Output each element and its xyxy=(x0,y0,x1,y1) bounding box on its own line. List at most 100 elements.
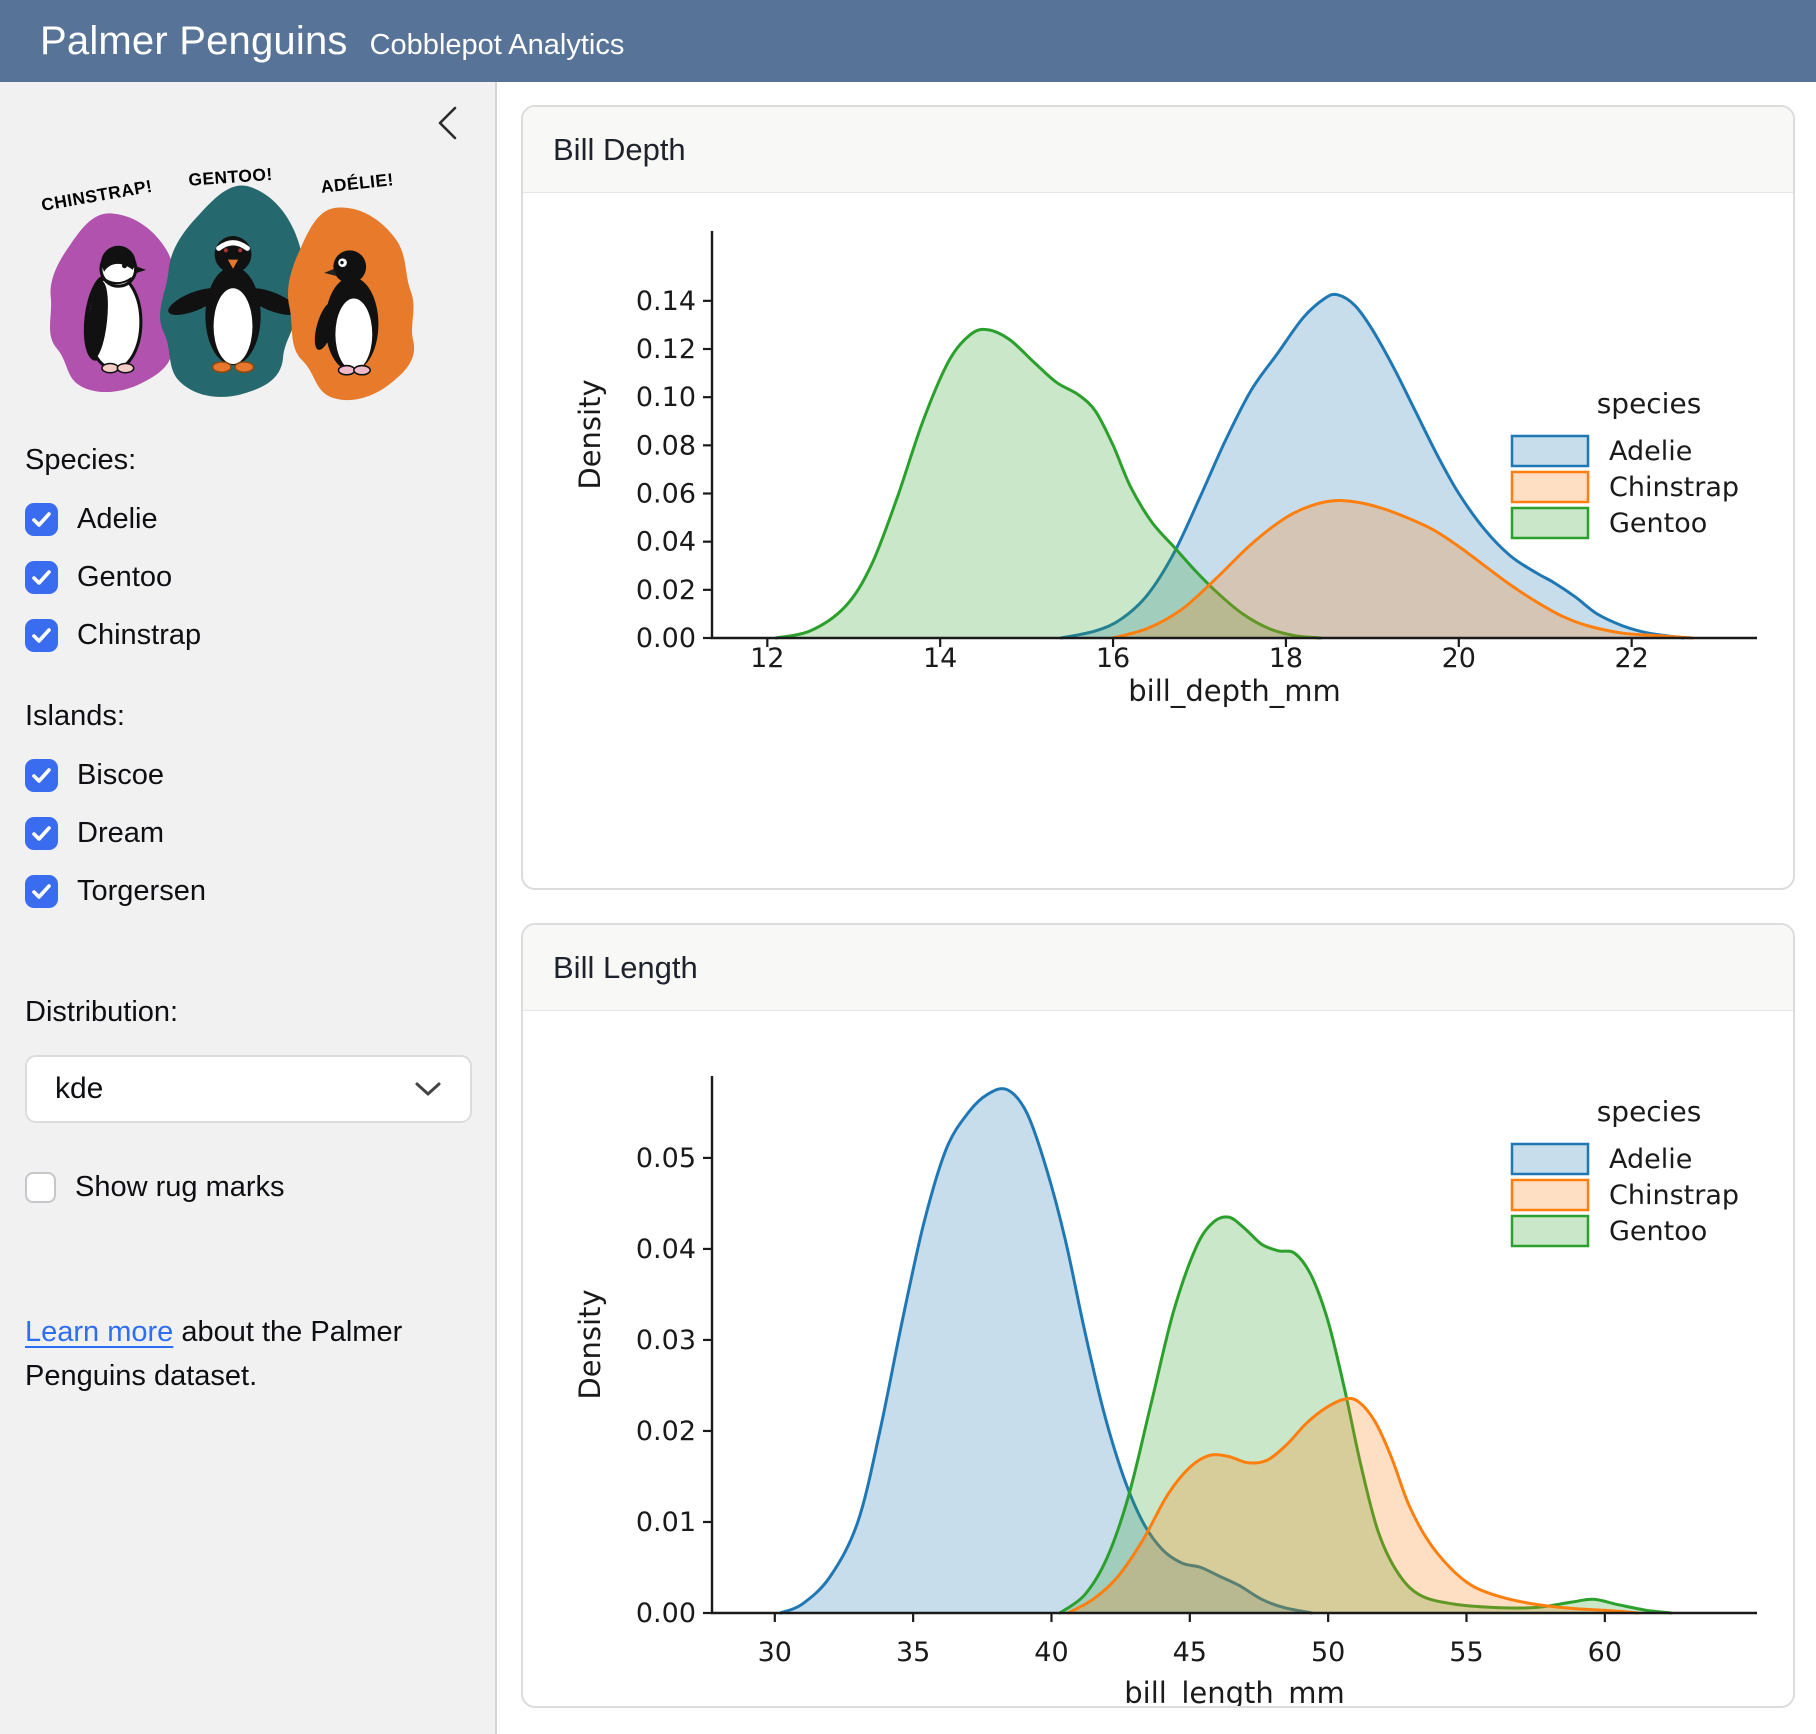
rug-checkbox-label: Show rug marks xyxy=(75,1171,285,1204)
legend-label-gentoo: Gentoo xyxy=(1609,508,1707,539)
checkbox-row-biscoe: Biscoe xyxy=(25,759,470,792)
svg-text:45: 45 xyxy=(1173,1637,1207,1668)
legend-label-gentoo: Gentoo xyxy=(1609,1216,1707,1247)
bill-depth-chart: 1214161820220.000.020.040.060.080.100.12… xyxy=(523,193,1793,890)
bill-length-card: Bill Length 303540455055600.000.010.020.… xyxy=(521,923,1795,1708)
biscoe-checkbox-label: Biscoe xyxy=(77,759,164,792)
svg-text:0.04: 0.04 xyxy=(636,1234,696,1265)
bill-depth-card-title: Bill Depth xyxy=(553,132,686,168)
show-rug-marks-checkbox[interactable] xyxy=(25,1172,56,1203)
svg-text:20: 20 xyxy=(1442,643,1476,674)
islands-checkbox-group: Biscoe Dream Torgersen xyxy=(25,759,470,908)
bill-depth-card: Bill Depth 1214161820220.000.020.040.060… xyxy=(521,105,1795,890)
distribution-select-value: kde xyxy=(55,1072,103,1106)
legend: species Adelie Chinstrap Gentoo xyxy=(1512,1095,1739,1247)
svg-text:0.00: 0.00 xyxy=(636,623,696,654)
checkbox-row-chinstrap: Chinstrap xyxy=(25,619,470,652)
adelie-artwork-label: ADÉLIE! xyxy=(320,169,395,197)
legend-patch-adelie xyxy=(1512,1144,1588,1174)
chinstrap-splash xyxy=(50,213,177,392)
legend-label-chinstrap: Chinstrap xyxy=(1609,1180,1739,1211)
svg-text:40: 40 xyxy=(1034,1637,1068,1668)
gentoo-checkbox-label: Gentoo xyxy=(77,561,172,594)
legend-title: species xyxy=(1597,1095,1702,1128)
chinstrap-checkbox-label: Chinstrap xyxy=(77,619,201,652)
chevron-down-icon xyxy=(414,1081,442,1097)
y-axis: 0.000.020.040.060.080.100.120.14 xyxy=(636,286,712,654)
legend-title: species xyxy=(1597,387,1702,420)
sidebar: CHINSTRAP! GENTOO! ADÉLIE! Species: Adel… xyxy=(0,82,497,1734)
dream-checkbox[interactable] xyxy=(25,817,58,850)
svg-text:22: 22 xyxy=(1614,643,1648,674)
adelie-checkbox[interactable] xyxy=(25,503,58,536)
torgersen-checkbox[interactable] xyxy=(25,875,58,908)
x-axis-label: bill_depth_mm xyxy=(1128,674,1341,708)
svg-text:0.00: 0.00 xyxy=(636,1598,696,1629)
gentoo-artwork-label: GENTOO! xyxy=(188,164,274,190)
y-axis-label: Density xyxy=(573,1289,607,1399)
check-icon xyxy=(31,627,52,644)
app-title: Palmer Penguins xyxy=(40,0,348,82)
species-checkbox-group: Adelie Gentoo Chinstrap xyxy=(25,503,470,652)
distribution-select[interactable]: kde xyxy=(25,1055,472,1123)
main-content: Bill Depth 12 14 16 18 20 22 0.00 0.02 0.04 0.06 0… xyxy=(497,82,1816,1734)
torgersen-checkbox-label: Torgersen xyxy=(77,875,206,908)
svg-text:0.05: 0.05 xyxy=(636,1143,696,1174)
svg-text:12: 12 xyxy=(750,643,784,674)
svg-text:60: 60 xyxy=(1588,1637,1622,1668)
svg-text:0.02: 0.02 xyxy=(636,1416,696,1447)
svg-text:30: 30 xyxy=(758,1637,792,1668)
svg-text:18: 18 xyxy=(1269,643,1303,674)
x-axis-label: bill_length_mm xyxy=(1124,1676,1345,1708)
legend-label-adelie: Adelie xyxy=(1609,436,1692,467)
svg-text:0.01: 0.01 xyxy=(636,1507,696,1538)
check-icon xyxy=(31,569,52,586)
svg-text:0.10: 0.10 xyxy=(636,382,696,413)
svg-text:0.12: 0.12 xyxy=(636,334,696,365)
islands-group-label: Islands: xyxy=(25,700,470,733)
svg-text:16: 16 xyxy=(1096,643,1130,674)
biscoe-checkbox[interactable] xyxy=(25,759,58,792)
chinstrap-checkbox[interactable] xyxy=(25,619,58,652)
legend: species Adelie Chinstrap Gentoo xyxy=(1512,387,1739,539)
y-axis-label: Density xyxy=(573,379,607,489)
species-group-label: Species: xyxy=(25,444,470,477)
check-icon xyxy=(31,511,52,528)
svg-text:0.03: 0.03 xyxy=(636,1325,696,1356)
check-icon xyxy=(31,883,52,900)
checkbox-row-torgersen: Torgersen xyxy=(25,875,470,908)
bill-depth-card-header: Bill Depth xyxy=(523,107,1793,193)
check-icon xyxy=(31,767,52,784)
legend-patch-chinstrap xyxy=(1512,1180,1588,1210)
svg-text:0.14: 0.14 xyxy=(636,286,696,317)
distribution-label: Distribution: xyxy=(25,996,470,1029)
legend-patch-adelie xyxy=(1512,436,1588,466)
bill-length-card-header: Bill Length xyxy=(523,925,1793,1011)
gentoo-checkbox[interactable] xyxy=(25,561,58,594)
svg-text:0.02: 0.02 xyxy=(636,575,696,606)
svg-text:14: 14 xyxy=(923,643,957,674)
svg-text:35: 35 xyxy=(896,1637,930,1668)
penguins-artwork-image: CHINSTRAP! GENTOO! ADÉLIE! xyxy=(31,148,433,406)
legend-label-adelie: Adelie xyxy=(1609,1144,1692,1175)
legend-patch-gentoo xyxy=(1512,1216,1588,1246)
legend-label-chinstrap: Chinstrap xyxy=(1609,472,1739,503)
check-icon xyxy=(31,825,52,842)
bill-length-card-title: Bill Length xyxy=(553,950,698,986)
checkbox-row-adelie: Adelie xyxy=(25,503,470,536)
svg-text:0.08: 0.08 xyxy=(636,430,696,461)
svg-text:0.06: 0.06 xyxy=(636,479,696,510)
learn-more-link[interactable]: Learn more xyxy=(25,1316,173,1348)
svg-text:50: 50 xyxy=(1311,1637,1345,1668)
bill-length-card-body: 303540455055600.000.010.020.030.040.05bi… xyxy=(523,1011,1793,1708)
legend-patch-gentoo xyxy=(1512,508,1588,538)
dream-checkbox-label: Dream xyxy=(77,817,164,850)
checkbox-row-dream: Dream xyxy=(25,817,470,850)
adelie-checkbox-label: Adelie xyxy=(77,503,158,536)
bill-depth-card-body: 1214161820220.000.020.040.060.080.100.12… xyxy=(523,193,1793,890)
chevron-left-icon xyxy=(435,104,461,142)
sidebar-collapse-button[interactable] xyxy=(433,104,463,144)
app-subtitle: Cobblepot Analytics xyxy=(370,29,625,62)
x-axis: 12 14 16 18 20 22 xyxy=(750,638,1649,674)
checkbox-row-gentoo: Gentoo xyxy=(25,561,470,594)
